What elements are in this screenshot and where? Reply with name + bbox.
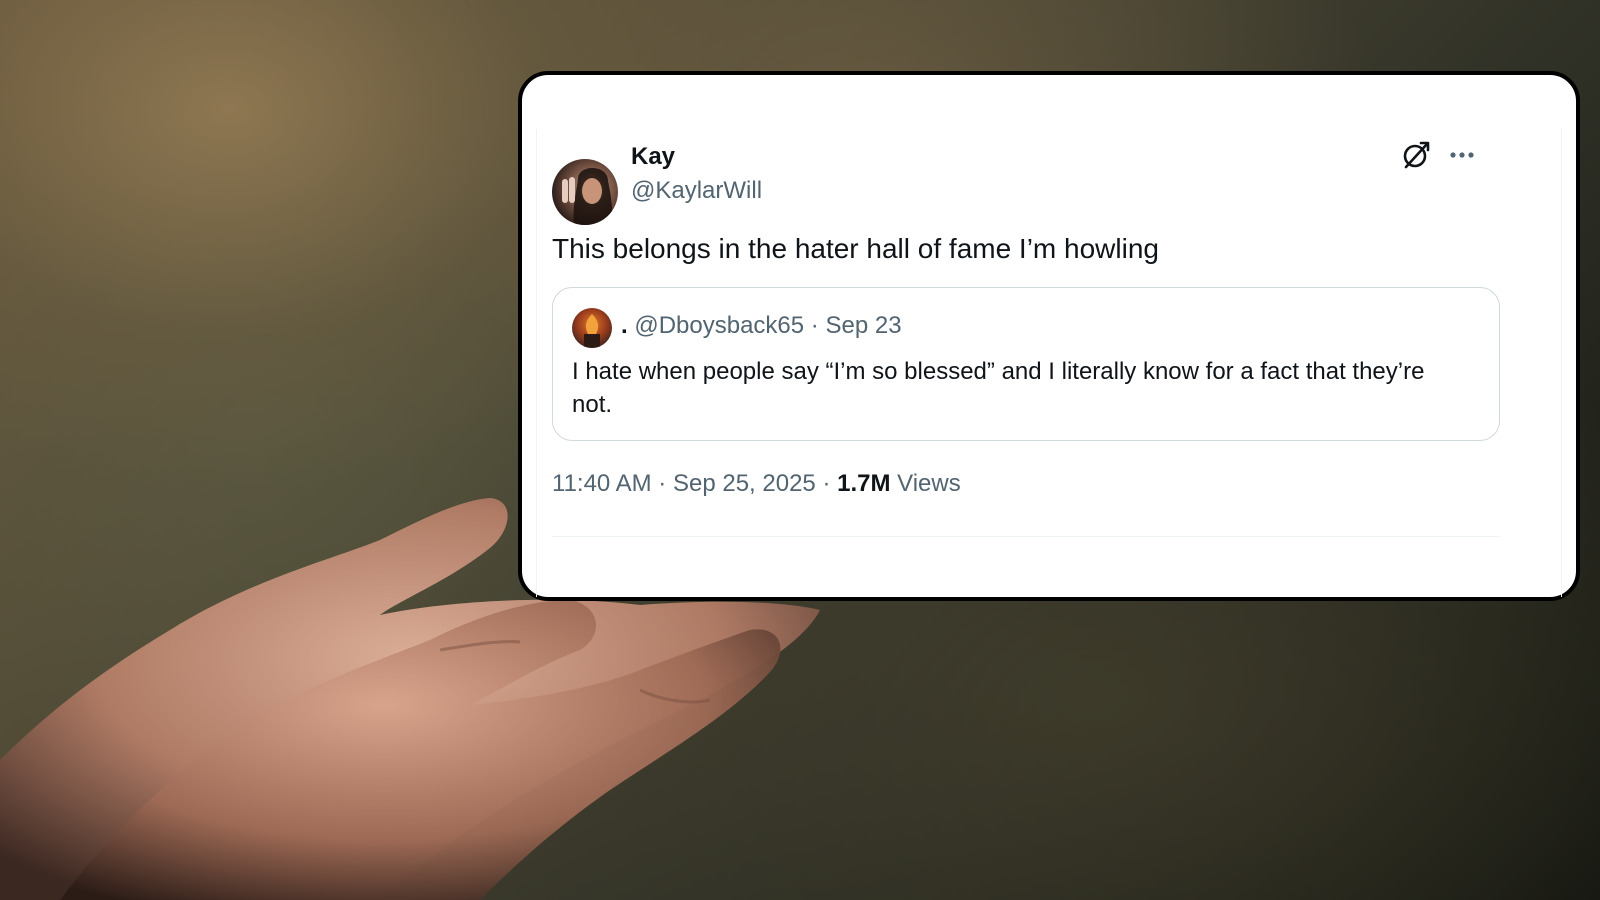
author-handle[interactable]: @KaylarWill xyxy=(631,177,762,205)
views-count[interactable]: 1.7M xyxy=(837,470,890,497)
tweet-meta: 11:40 AM · Sep 25, 2025 · 1.7M Views xyxy=(552,470,961,498)
tweet-text: This belongs in the hater hall of fame I… xyxy=(552,233,1159,264)
quoted-avatar[interactable] xyxy=(572,308,612,348)
author-avatar[interactable] xyxy=(552,159,618,225)
grok-icon[interactable] xyxy=(1400,139,1432,171)
meta-separator: · xyxy=(822,470,831,497)
author-display-name[interactable]: Kay xyxy=(631,143,675,171)
meta-separator: · xyxy=(658,470,667,497)
quoted-handle[interactable]: @Dboysback65 xyxy=(634,312,804,339)
quoted-display-name[interactable]: . xyxy=(621,312,628,339)
quoted-text: I hate when people say “I’m so blessed” … xyxy=(572,358,1425,418)
more-icon[interactable] xyxy=(1446,139,1478,171)
quoted-header: . @Dboysback65 · Sep 23 xyxy=(621,312,902,340)
quoted-separator: · xyxy=(810,312,819,339)
tweet-date[interactable]: Sep 25, 2025 xyxy=(673,470,816,497)
views-label[interactable]: Views xyxy=(897,470,961,497)
quoted-date[interactable]: Sep 23 xyxy=(825,312,901,339)
tweet-card: Kay @KaylarWill This belongs in the hate… xyxy=(518,71,1580,601)
divider xyxy=(552,536,1500,537)
quoted-tweet[interactable]: . @Dboysback65 · Sep 23 I hate when peop… xyxy=(552,287,1500,441)
tweet-time[interactable]: 11:40 AM xyxy=(552,470,652,497)
